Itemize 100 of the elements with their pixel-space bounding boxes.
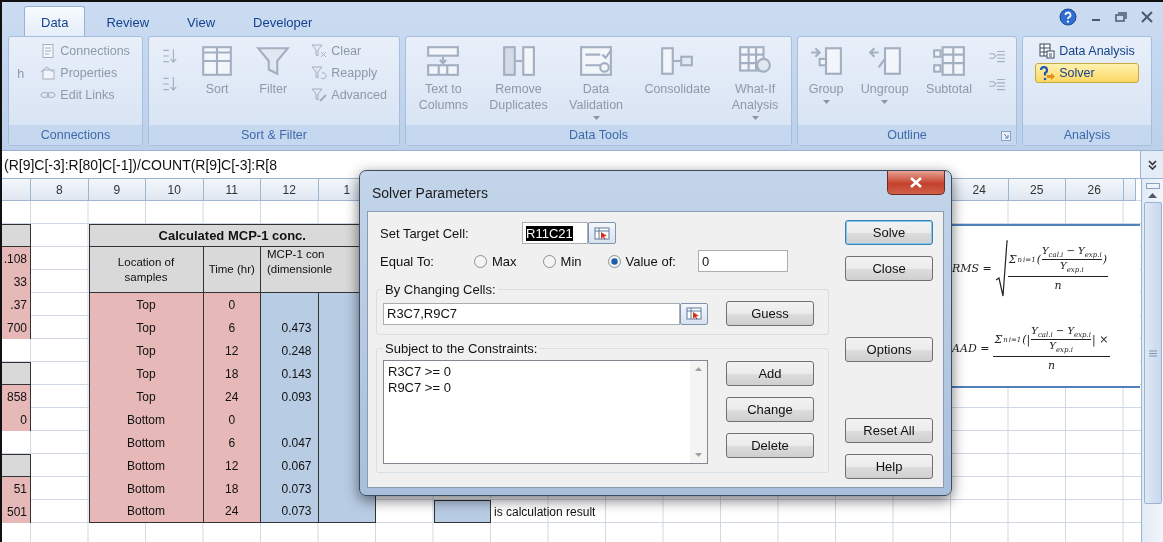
ribbon-tab[interactable]: Developer (236, 6, 330, 36)
sheets-merge-icon (660, 44, 695, 78)
column-header[interactable]: 11 (203, 179, 261, 201)
radio-option[interactable]: Max (474, 253, 517, 269)
table-cell: 0.248 (261, 339, 319, 362)
field-label: Equal To: (380, 253, 435, 269)
header-cell (2, 454, 31, 477)
column-header[interactable]: 12 (261, 179, 319, 201)
table-cell: 0 (2, 408, 31, 431)
header-cell: Time (hr) (203, 247, 261, 293)
table-cell: .37 (2, 293, 31, 316)
target-cell-field[interactable]: R11C21 (522, 222, 588, 244)
header-cell: Location of samples (88, 247, 204, 293)
table-cell: 0.473 (261, 316, 319, 339)
table-cell: Top (88, 339, 204, 362)
square-root-icon (995, 239, 1008, 298)
table-cell: 51 (2, 477, 31, 500)
table-cell: 0 (203, 408, 261, 431)
table-cell: 0.073 (261, 477, 319, 500)
constraint-item[interactable]: R9C7 >= 0 (388, 380, 686, 396)
table-cell: 24 (203, 385, 261, 408)
table-split-icon (426, 44, 461, 78)
formula-label: AAD = (952, 342, 990, 356)
section-label: Subject to the Constraints: (384, 341, 539, 356)
launcher-icon[interactable] (1001, 131, 1011, 141)
close-icon (910, 177, 922, 188)
column-header[interactable]: 26 (1066, 179, 1124, 201)
column-header[interactable]: 8 (31, 179, 89, 201)
table-cell: 6 (203, 431, 261, 454)
table-cell: Top (88, 362, 204, 385)
ribbon-button[interactable]: Data Analysis (1035, 41, 1139, 61)
dialog-button[interactable]: Close (845, 256, 933, 281)
grip-icon (1148, 349, 1157, 357)
table-cell: Bottom (88, 431, 204, 454)
column-header[interactable]: 9 (88, 179, 146, 201)
dialog-button[interactable]: Delete (726, 433, 814, 458)
restore-icon[interactable] (1115, 12, 1127, 22)
table-cell: 18 (203, 362, 261, 385)
help-icon[interactable] (1059, 8, 1077, 26)
cell-reference-icon (594, 225, 610, 241)
close-icon[interactable] (1141, 11, 1153, 23)
column-header[interactable]: 25 (1008, 179, 1066, 201)
table-cell: Top (88, 316, 204, 339)
outline-plus-icon (809, 44, 844, 78)
question-arrow-icon (1039, 65, 1056, 81)
radio-option[interactable]: Value of: (607, 253, 676, 269)
expand-icon[interactable] (1147, 159, 1157, 170)
properties-icon (40, 65, 57, 81)
group-label: Connections (9, 125, 142, 145)
split-handle-icon[interactable] (1145, 183, 1160, 189)
changing-cells-field[interactable]: R3C7,R9C7 (383, 302, 680, 325)
dialog-button[interactable]: Change (726, 397, 814, 422)
table-cell: 0.093 (261, 385, 319, 408)
formula-text[interactable]: (R[9]C[-3]:R[80]C[-1])/COUNT(R[9]C[-3]:R[8 (2, 156, 278, 173)
table-cell: 0.073 (261, 500, 319, 523)
reapply-filter-icon (311, 65, 328, 81)
table-cell: 0.047 (261, 431, 319, 454)
radio-option[interactable]: Min (542, 253, 582, 269)
ribbon-tab[interactable]: Data (24, 6, 86, 36)
table-cell: 24 (203, 500, 261, 523)
ribbon-tab[interactable]: View (170, 6, 233, 36)
vertical-scrollbar[interactable] (1141, 179, 1163, 542)
close-button[interactable] (887, 171, 945, 195)
cell-reference-icon (686, 306, 702, 321)
clear-filter-icon (311, 43, 328, 59)
table-cell: 0 (203, 293, 261, 316)
table-cell: 6 (203, 316, 261, 339)
table-cell: 700 (2, 316, 31, 339)
grid-icon (200, 44, 235, 78)
table-cell: Top (88, 293, 204, 316)
legend-swatch (433, 500, 491, 523)
ribbon-button[interactable]: Solver (1035, 63, 1139, 83)
filter-icon (256, 44, 291, 78)
value-field[interactable]: 0 (697, 250, 788, 272)
constraints-list[interactable]: R3C7 >= 0 R9C7 >= 0 (383, 360, 708, 464)
column-header[interactable]: 10 (146, 179, 204, 201)
guess-button[interactable]: Guess (726, 301, 814, 326)
table-cell: 501 (2, 500, 31, 523)
scrollbar-thumb[interactable] (1143, 202, 1162, 504)
header-cell (2, 224, 31, 247)
constraint-item[interactable]: R3C7 >= 0 (388, 364, 686, 380)
scroll-down-icon[interactable] (695, 453, 702, 457)
dialog-button[interactable]: Solve (845, 220, 933, 245)
document-icon (40, 43, 57, 59)
dialog-button[interactable]: Add (726, 361, 814, 386)
ribbon-tab[interactable]: Review (89, 6, 167, 36)
scroll-up-icon[interactable] (1148, 193, 1157, 198)
formula-label: RMS = (952, 262, 992, 276)
table-cell: 0.143 (261, 362, 319, 385)
table-cell: 858 (2, 385, 31, 408)
cell-reference-button[interactable] (588, 222, 616, 244)
dialog-button[interactable]: Help (845, 454, 933, 479)
dialog-button[interactable]: Reset All (845, 418, 933, 443)
cell-reference-button[interactable] (680, 302, 708, 325)
columns-icon (501, 44, 536, 78)
table-cell: Bottom (88, 477, 204, 500)
table-cell: 33 (2, 270, 31, 293)
dialog-button[interactable]: Options (845, 337, 933, 362)
group-label: Sort & Filter (149, 125, 399, 145)
table-cell (318, 500, 376, 523)
